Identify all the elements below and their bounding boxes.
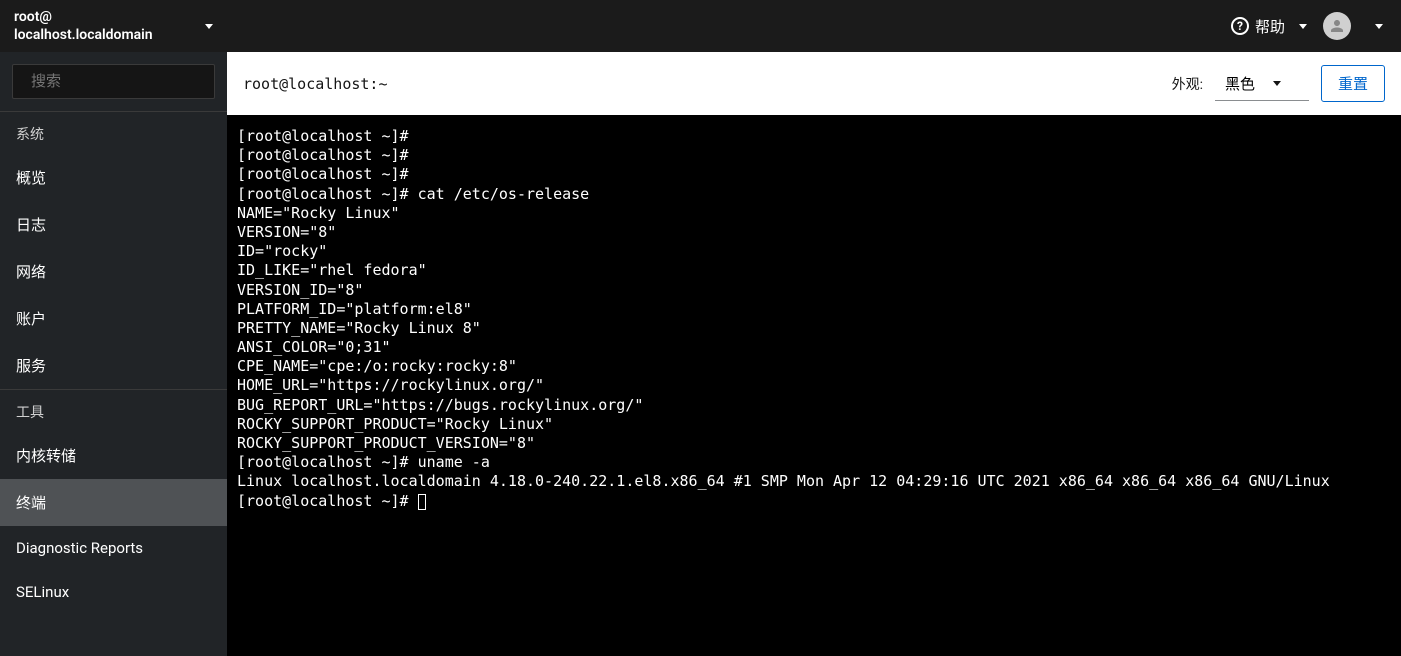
topbar: root@ localhost.localdomain ? 帮助 (0, 0, 1401, 52)
nav-item-logs[interactable]: 日志 (0, 201, 227, 248)
chevron-down-icon (205, 24, 213, 29)
nav-item-selinux[interactable]: SELinux (0, 570, 227, 614)
help-icon: ? (1231, 17, 1249, 35)
help-label: 帮助 (1255, 16, 1285, 37)
sidebar: 系统 概览 日志 网络 账户 服务 工具 内核转储 终端 Diagnostic … (0, 52, 227, 656)
terminal-toolbar: root@localhost:~ 外观: 黑色 重置 (227, 52, 1401, 115)
main-content: root@localhost:~ 外观: 黑色 重置 [root@localho… (227, 52, 1401, 656)
appearance-label: 外观: (1172, 74, 1203, 94)
nav-group-system: 系统 (0, 111, 227, 154)
chevron-down-icon (1273, 81, 1281, 86)
search-input[interactable] (31, 73, 227, 90)
nav-group-tools: 工具 (0, 389, 227, 432)
terminal-cursor (418, 494, 426, 510)
nav-item-overview[interactable]: 概览 (0, 154, 227, 201)
search-box[interactable] (12, 64, 215, 99)
host-selector[interactable]: root@ localhost.localdomain (0, 2, 227, 50)
person-icon (1328, 17, 1346, 35)
terminal-output[interactable]: [root@localhost ~]# [root@localhost ~]# … (227, 115, 1401, 656)
host-line2: localhost.localdomain (14, 26, 153, 44)
chevron-down-icon (1375, 24, 1383, 29)
nav-item-diagnostic-reports[interactable]: Diagnostic Reports (0, 526, 227, 570)
reset-button[interactable]: 重置 (1321, 65, 1385, 102)
nav-item-services[interactable]: 服务 (0, 342, 227, 389)
host-line1: root@ (14, 8, 153, 26)
appearance-select[interactable]: 黑色 (1215, 67, 1309, 101)
chevron-down-icon (1299, 24, 1307, 29)
nav-item-accounts[interactable]: 账户 (0, 295, 227, 342)
appearance-value: 黑色 (1225, 73, 1255, 94)
terminal-title: root@localhost:~ (243, 75, 1160, 93)
user-avatar[interactable] (1323, 12, 1351, 40)
nav-item-kdump[interactable]: 内核转储 (0, 432, 227, 479)
nav-item-network[interactable]: 网络 (0, 248, 227, 295)
help-button[interactable]: ? 帮助 (1231, 16, 1307, 37)
nav-item-terminal[interactable]: 终端 (0, 479, 227, 526)
